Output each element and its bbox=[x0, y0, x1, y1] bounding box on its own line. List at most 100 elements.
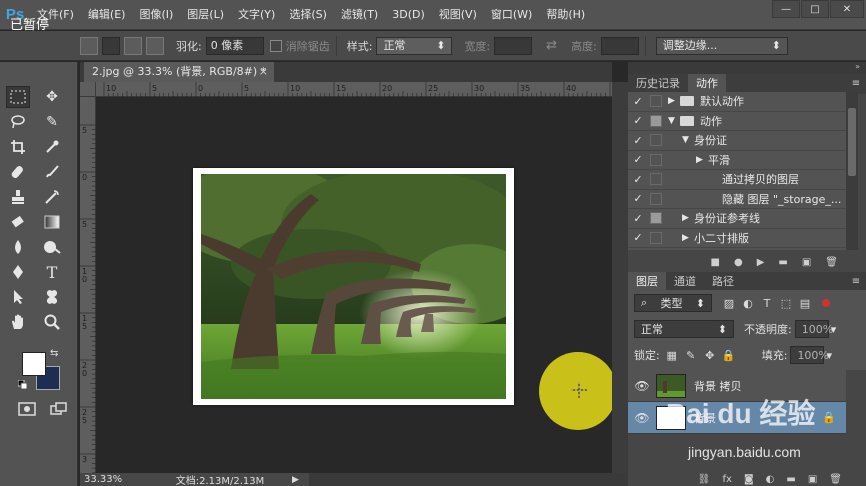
new-action-icon[interactable]: ▣ bbox=[802, 257, 811, 268]
delete-icon[interactable]: 🗑 bbox=[825, 257, 838, 268]
canvas-horizontal-scrollbar[interactable] bbox=[308, 473, 628, 486]
close-tab-icon[interactable]: × bbox=[259, 62, 268, 82]
checkmark-icon[interactable]: ✓ bbox=[628, 134, 648, 147]
blur-icon[interactable] bbox=[6, 236, 30, 258]
play-icon[interactable]: ▶ bbox=[757, 257, 765, 268]
close-button[interactable]: ✕ bbox=[830, 0, 864, 18]
new-selection-mode[interactable] bbox=[80, 36, 98, 55]
checkmark-icon[interactable]: ✓ bbox=[628, 173, 648, 186]
menu-filter[interactable]: 滤镜(T) bbox=[334, 0, 385, 30]
dialog-toggle-box[interactable] bbox=[650, 173, 662, 186]
screen-mode-icon[interactable] bbox=[50, 402, 68, 419]
stop-icon[interactable]: ■ bbox=[711, 257, 720, 268]
history-brush-icon[interactable] bbox=[40, 186, 64, 208]
vertical-ruler[interactable]: 505101520253 bbox=[80, 97, 96, 473]
quick-selection-icon[interactable]: ✎ bbox=[40, 111, 64, 133]
antialias-checkbox[interactable] bbox=[269, 39, 282, 52]
actions-scrollbar-thumb[interactable] bbox=[848, 108, 856, 176]
menu-window[interactable]: 窗口(W) bbox=[484, 0, 539, 30]
foreground-color-swatch[interactable] bbox=[22, 352, 46, 376]
healing-brush-icon[interactable] bbox=[6, 161, 30, 183]
action-row[interactable]: ✓ ▶ 默认动作 bbox=[628, 92, 846, 112]
dialog-toggle-box[interactable] bbox=[650, 153, 662, 166]
dialog-toggle-box[interactable] bbox=[650, 134, 662, 147]
default-colors-icon[interactable] bbox=[17, 379, 28, 390]
panel-menu-icon[interactable]: ≡ bbox=[846, 74, 866, 94]
path-selection-icon[interactable] bbox=[6, 286, 30, 308]
menu-help[interactable]: 帮助(H) bbox=[539, 0, 592, 30]
dialog-toggle-box[interactable] bbox=[650, 95, 662, 108]
layer-filter-select[interactable]: ⌕ 类型 ⬍ bbox=[634, 294, 712, 312]
document-tab[interactable]: 2.jpg @ 33.3% (背景, RGB/8#) * × bbox=[84, 62, 274, 82]
brush-icon[interactable] bbox=[40, 161, 64, 183]
ruler-origin[interactable] bbox=[80, 82, 96, 97]
action-row[interactable]: ✓ 隐藏 图层 "_storage_... bbox=[628, 190, 846, 209]
status-menu-arrow-icon[interactable]: ▶ bbox=[292, 475, 299, 485]
feather-input[interactable]: 0 像素 bbox=[205, 36, 264, 55]
action-row[interactable]: ✓ ▼ 身份证 bbox=[628, 131, 846, 151]
add-selection-mode[interactable] bbox=[102, 36, 120, 55]
checkmark-icon[interactable]: ✓ bbox=[628, 192, 648, 205]
checkmark-icon[interactable]: ✓ bbox=[628, 95, 648, 108]
swap-icon[interactable]: ⇄ bbox=[546, 38, 557, 53]
lock-all-icon[interactable]: 🔒 bbox=[722, 348, 736, 362]
lasso-icon[interactable] bbox=[6, 111, 30, 133]
dodge-icon[interactable] bbox=[40, 236, 64, 258]
triangle-right-icon[interactable]: ▶ bbox=[696, 155, 708, 165]
width-input[interactable] bbox=[494, 36, 533, 55]
height-input[interactable] bbox=[600, 36, 639, 55]
style-select[interactable]: 正常 ⬍ bbox=[376, 36, 453, 55]
action-row[interactable]: ✓ 通过拷贝的图层 bbox=[628, 170, 846, 190]
menu-select[interactable]: 选择(S) bbox=[282, 0, 334, 30]
intersect-selection-mode[interactable] bbox=[146, 36, 164, 55]
filter-adjustment-icon[interactable]: ◐ bbox=[741, 296, 755, 310]
minimize-button[interactable]: — bbox=[772, 0, 800, 18]
fill-input[interactable]: 100% bbox=[790, 346, 829, 364]
triangle-right-icon[interactable]: ▶ bbox=[682, 213, 694, 223]
filter-type-icon[interactable]: T bbox=[760, 296, 774, 310]
eyedropper-icon[interactable] bbox=[40, 136, 64, 158]
filter-shape-icon[interactable]: ⬚ bbox=[779, 296, 793, 310]
refine-edge-button[interactable]: 调整边缘... ⬍ bbox=[655, 36, 788, 55]
panel-menu-icon[interactable]: ≡ bbox=[846, 272, 866, 292]
menu-layer[interactable]: 图层(L) bbox=[180, 0, 231, 30]
tab-actions[interactable]: 动作 bbox=[688, 74, 726, 94]
eye-icon[interactable]: 👁 bbox=[628, 411, 656, 425]
menu-edit[interactable]: 编辑(E) bbox=[81, 0, 133, 30]
lock-position-icon[interactable]: ✥ bbox=[703, 348, 717, 362]
dialog-toggle-box[interactable] bbox=[650, 114, 662, 127]
checkmark-icon[interactable]: ✓ bbox=[628, 153, 648, 166]
menu-image[interactable]: 图像(I) bbox=[132, 0, 180, 30]
chevron-down-icon[interactable]: ▾ bbox=[826, 349, 832, 362]
collapse-panels-icon[interactable]: » bbox=[855, 62, 860, 71]
pen-icon[interactable] bbox=[6, 261, 30, 283]
document-canvas[interactable] bbox=[193, 168, 514, 405]
gradient-icon[interactable] bbox=[40, 211, 64, 233]
move-tool-icon[interactable]: ✥ bbox=[40, 86, 64, 108]
triangle-right-icon[interactable]: ▶ bbox=[668, 96, 680, 106]
rectangular-marquee-icon[interactable] bbox=[6, 86, 30, 108]
dialog-toggle-box[interactable] bbox=[650, 192, 662, 205]
subtract-selection-mode[interactable] bbox=[124, 36, 142, 55]
filter-smart-object-icon[interactable]: ▤ bbox=[798, 296, 812, 310]
type-tool-icon[interactable]: T bbox=[40, 261, 64, 283]
chevron-down-icon[interactable]: ▾ bbox=[831, 323, 837, 336]
opacity-input[interactable]: 100% bbox=[794, 320, 833, 338]
dialog-toggle-box[interactable] bbox=[650, 231, 662, 244]
checkmark-icon[interactable]: ✓ bbox=[628, 114, 648, 127]
triangle-down-icon[interactable]: ▼ bbox=[668, 116, 680, 126]
action-row[interactable]: ✓ ▶ 小二寸排版 bbox=[628, 229, 846, 248]
hand-tool-icon[interactable] bbox=[6, 311, 30, 333]
triangle-right-icon[interactable]: ▶ bbox=[682, 233, 694, 243]
menu-view[interactable]: 视图(V) bbox=[432, 0, 484, 30]
tab-layers[interactable]: 图层 bbox=[628, 272, 666, 292]
maximize-button[interactable]: □ bbox=[801, 0, 829, 18]
tab-channels[interactable]: 通道 bbox=[666, 272, 704, 292]
tab-paths[interactable]: 路径 bbox=[704, 272, 742, 292]
dialog-toggle-box[interactable] bbox=[650, 212, 662, 225]
zoom-level[interactable]: 33.33% bbox=[80, 474, 154, 485]
blend-mode-select[interactable]: 正常 ⬍ bbox=[634, 320, 734, 338]
eye-icon[interactable]: 👁 bbox=[628, 379, 656, 393]
canvas-vertical-scrollbar[interactable] bbox=[612, 82, 628, 473]
quick-mask-icon[interactable] bbox=[18, 402, 36, 419]
